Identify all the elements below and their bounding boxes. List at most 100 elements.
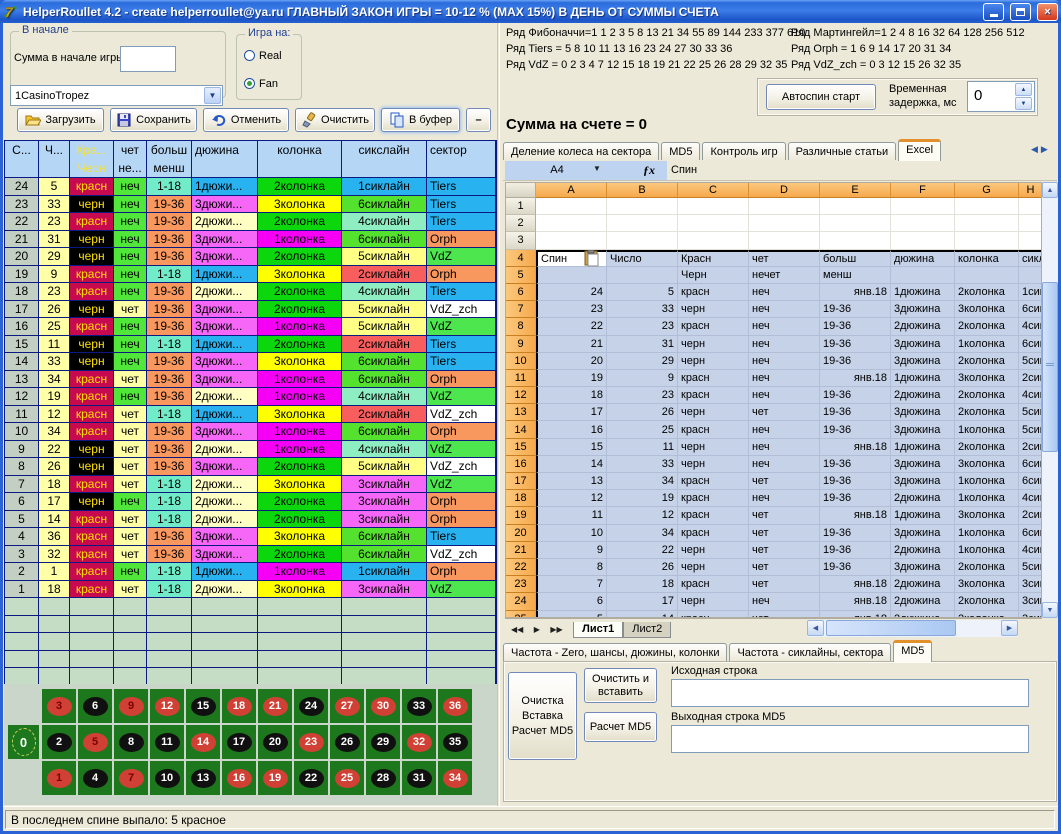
cell-H18[interactable]: 4сиклай: [1019, 490, 1042, 507]
name-box-dropdown-icon[interactable]: ▼: [593, 164, 601, 173]
board-number-36[interactable]: 36: [438, 689, 472, 723]
vscroll-thumb[interactable]: [1042, 282, 1058, 452]
cell-B23[interactable]: 18: [607, 576, 678, 593]
row-header-10[interactable]: 10: [506, 353, 536, 370]
cell-H25[interactable]: 3сиклай: [1019, 611, 1042, 619]
cell-B13[interactable]: 26: [607, 404, 678, 421]
fx-icon[interactable]: ƒx: [643, 163, 655, 178]
cell-D3[interactable]: [749, 232, 820, 249]
to-buffer-button[interactable]: В буфер: [381, 108, 460, 132]
cell-E22[interactable]: 19-36: [820, 559, 891, 576]
autospin-start-button[interactable]: Автоспин старт: [766, 84, 876, 110]
save-button[interactable]: Сохранить: [110, 108, 197, 132]
cell-C5[interactable]: Черн: [678, 267, 749, 284]
board-number-19[interactable]: 19: [258, 761, 292, 795]
cell-F13[interactable]: 3дюжина: [891, 404, 955, 421]
cell-G8[interactable]: 2колонка: [955, 318, 1019, 335]
cell-C21[interactable]: черн: [678, 542, 749, 559]
cell-A22[interactable]: 8: [536, 559, 607, 576]
cell-F12[interactable]: 2дюжина: [891, 387, 955, 404]
close-button[interactable]: ×: [1037, 3, 1058, 21]
cell-A14[interactable]: 16: [536, 421, 607, 438]
cell-H19[interactable]: 2сиклай: [1019, 507, 1042, 524]
cell-G2[interactable]: [955, 215, 1019, 232]
row-header-1[interactable]: 1: [506, 198, 536, 215]
cell-H7[interactable]: 6сиклай: [1019, 301, 1042, 318]
cell-D22[interactable]: чет: [749, 559, 820, 576]
cell-G21[interactable]: 1колонка: [955, 542, 1019, 559]
minimize-button[interactable]: [983, 3, 1004, 21]
cell-G3[interactable]: [955, 232, 1019, 249]
cell-E17[interactable]: 19-36: [820, 473, 891, 490]
cell-D7[interactable]: неч: [749, 301, 820, 318]
cell-H11[interactable]: 2сиклай: [1019, 370, 1042, 387]
cell-D10[interactable]: неч: [749, 353, 820, 370]
cell-G7[interactable]: 3колонка: [955, 301, 1019, 318]
cell-F24[interactable]: 2дюжина: [891, 593, 955, 610]
cell-B9[interactable]: 31: [607, 336, 678, 353]
cell-C20[interactable]: красн: [678, 525, 749, 542]
row-header-6[interactable]: 6: [506, 284, 536, 301]
cell-C4[interactable]: Красн: [678, 250, 749, 267]
cell-F21[interactable]: 2дюжина: [891, 542, 955, 559]
board-number-6[interactable]: 6: [78, 689, 112, 723]
cell-H24[interactable]: 3сиклай: [1019, 593, 1042, 610]
cell-G18[interactable]: 1колонка: [955, 490, 1019, 507]
cell-G5[interactable]: [955, 267, 1019, 284]
cell-G22[interactable]: 2колонка: [955, 559, 1019, 576]
board-number-4[interactable]: 4: [78, 761, 112, 795]
cell-F20[interactable]: 3дюжина: [891, 525, 955, 542]
cell-H21[interactable]: 4сиклай: [1019, 542, 1042, 559]
undo-button[interactable]: Отменить: [203, 108, 289, 132]
tab-scroll-arrows[interactable]: ◀▶: [1031, 144, 1051, 155]
cell-F17[interactable]: 3дюжина: [891, 473, 955, 490]
clear-and-paste-button[interactable]: Очистить и вставить: [584, 668, 657, 703]
row-header-17[interactable]: 17: [506, 473, 536, 490]
cell-E19[interactable]: янв.18: [820, 507, 891, 524]
cell-H14[interactable]: 5сиклай: [1019, 421, 1042, 438]
cell-G9[interactable]: 1колонка: [955, 336, 1019, 353]
cell-G14[interactable]: 1колонка: [955, 421, 1019, 438]
cell-B1[interactable]: [607, 198, 678, 215]
cell-A10[interactable]: 20: [536, 353, 607, 370]
cell-A24[interactable]: 6: [536, 593, 607, 610]
row-header-13[interactable]: 13: [506, 404, 536, 421]
board-number-23[interactable]: 23: [294, 725, 328, 759]
row-header-24[interactable]: 24: [506, 593, 536, 610]
cell-B18[interactable]: 19: [607, 490, 678, 507]
cell-A18[interactable]: 12: [536, 490, 607, 507]
cell-E6[interactable]: янв.18: [820, 284, 891, 301]
cell-B10[interactable]: 29: [607, 353, 678, 370]
board-number-27[interactable]: 27: [330, 689, 364, 723]
sheet-nav-last-icon[interactable]: ▶▶: [550, 625, 562, 634]
cell-A15[interactable]: 15: [536, 439, 607, 456]
cell-A12[interactable]: 18: [536, 387, 607, 404]
cell-A5[interactable]: [536, 267, 607, 284]
select-all-corner[interactable]: [506, 183, 536, 198]
row-header-25[interactable]: 25: [506, 611, 536, 619]
tab-main-2[interactable]: MD5: [661, 142, 700, 161]
cell-C18[interactable]: красн: [678, 490, 749, 507]
board-number-18[interactable]: 18: [222, 689, 256, 723]
cell-D18[interactable]: неч: [749, 490, 820, 507]
cell-E8[interactable]: 19-36: [820, 318, 891, 335]
cell-C24[interactable]: черн: [678, 593, 749, 610]
row-header-12[interactable]: 12: [506, 387, 536, 404]
row-header-23[interactable]: 23: [506, 576, 536, 593]
cell-G19[interactable]: 3колонка: [955, 507, 1019, 524]
tab-main-3[interactable]: Контроль игр: [702, 142, 785, 161]
cell-A3[interactable]: [536, 232, 607, 249]
column-header-D[interactable]: D: [749, 183, 820, 198]
cell-D1[interactable]: [749, 198, 820, 215]
cell-E18[interactable]: 19-36: [820, 490, 891, 507]
cell-C10[interactable]: черн: [678, 353, 749, 370]
row-header-4[interactable]: 4: [506, 250, 536, 267]
cell-A25[interactable]: 5: [536, 611, 607, 619]
board-number-5[interactable]: 5: [78, 725, 112, 759]
cell-B17[interactable]: 34: [607, 473, 678, 490]
cell-C9[interactable]: черн: [678, 336, 749, 353]
cell-G20[interactable]: 1колонка: [955, 525, 1019, 542]
cell-B12[interactable]: 23: [607, 387, 678, 404]
cell-E9[interactable]: 19-36: [820, 336, 891, 353]
board-number-0[interactable]: 0: [8, 725, 39, 759]
